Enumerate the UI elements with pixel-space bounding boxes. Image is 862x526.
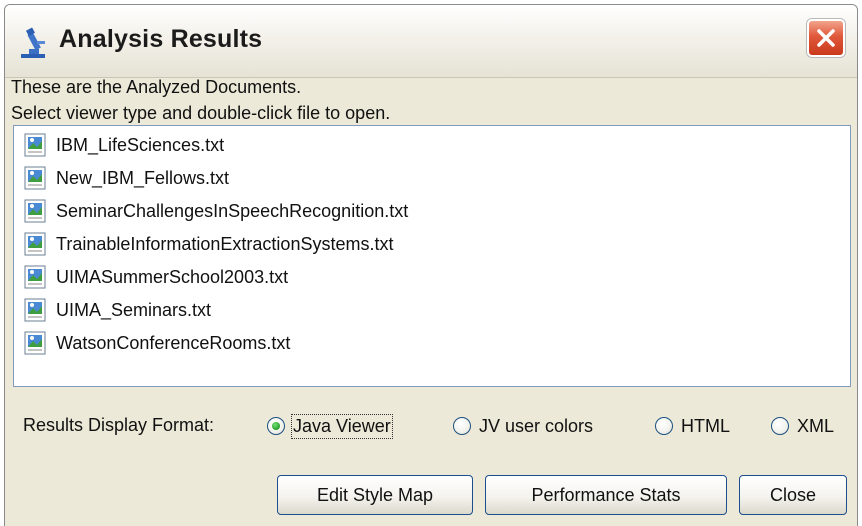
document-icon bbox=[24, 331, 46, 355]
title-bar[interactable]: Analysis Results bbox=[5, 5, 857, 78]
list-item[interactable]: IBM_LifeSciences.txt bbox=[24, 130, 224, 160]
list-item[interactable]: UIMASummerSchool2003.txt bbox=[24, 262, 288, 292]
file-name: IBM_LifeSciences.txt bbox=[56, 134, 225, 155]
radio-label: XML bbox=[797, 415, 835, 436]
file-name: TrainableInformationExtractionSystems.tx… bbox=[56, 233, 394, 254]
radio-button-icon[interactable] bbox=[771, 417, 789, 435]
radio-button-icon[interactable] bbox=[453, 417, 471, 435]
file-name: UIMASummerSchool2003.txt bbox=[56, 266, 289, 287]
radio-label: HTML bbox=[681, 415, 730, 436]
performance-stats-button[interactable]: Performance Stats bbox=[485, 475, 727, 515]
edit-style-map-button[interactable]: Edit Style Map bbox=[277, 475, 473, 515]
microscope-icon bbox=[17, 27, 49, 59]
radio-xml[interactable]: XML bbox=[771, 411, 834, 441]
radio-button-icon[interactable] bbox=[267, 417, 285, 435]
radio-java-viewer[interactable]: Java Viewer bbox=[267, 411, 393, 441]
close-window-button[interactable] bbox=[807, 19, 845, 57]
document-icon bbox=[24, 199, 46, 223]
radio-label: JV user colors bbox=[479, 415, 594, 436]
list-item[interactable]: TrainableInformationExtractionSystems.tx… bbox=[24, 229, 393, 259]
document-icon bbox=[24, 298, 46, 322]
document-icon bbox=[24, 166, 46, 190]
list-item[interactable]: UIMA_Seminars.txt bbox=[24, 295, 211, 325]
radio-button-icon[interactable] bbox=[655, 417, 673, 435]
file-name: WatsonConferenceRooms.txt bbox=[56, 332, 291, 353]
radio-jv-user-colors[interactable]: JV user colors bbox=[453, 411, 593, 441]
radio-label: Java Viewer bbox=[291, 413, 393, 439]
description-line-1: These are the Analyzed Documents. bbox=[11, 77, 302, 97]
list-item[interactable]: New_IBM_Fellows.txt bbox=[24, 163, 229, 193]
document-icon bbox=[24, 265, 46, 289]
format-label: Results Display Format: bbox=[23, 415, 215, 435]
close-button[interactable]: Close bbox=[739, 475, 847, 515]
window-title: Analysis Results bbox=[59, 25, 263, 53]
file-name: UIMA_Seminars.txt bbox=[56, 299, 212, 320]
radio-html[interactable]: HTML bbox=[655, 411, 730, 441]
document-icon bbox=[24, 232, 46, 256]
file-list[interactable]: IBM_LifeSciences.txt New_IBM_Fellows.txt… bbox=[13, 125, 851, 387]
analysis-results-window: Analysis Results These are the Analyzed … bbox=[4, 4, 858, 526]
list-item[interactable]: SeminarChallengesInSpeechRecognition.txt bbox=[24, 196, 408, 226]
file-name: New_IBM_Fellows.txt bbox=[56, 167, 230, 188]
description-line-2: Select viewer type and double-click file… bbox=[11, 103, 391, 123]
list-item[interactable]: WatsonConferenceRooms.txt bbox=[24, 328, 290, 358]
file-name: SeminarChallengesInSpeechRecognition.txt bbox=[56, 200, 409, 221]
document-icon bbox=[24, 133, 46, 157]
